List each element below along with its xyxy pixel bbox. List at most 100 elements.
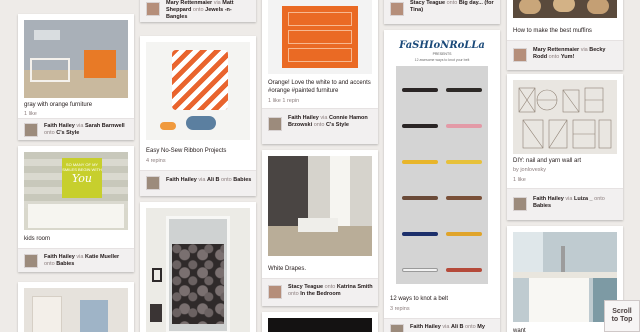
belts-subtitle: PRESENTS	[432, 52, 452, 56]
pin-image[interactable]	[146, 42, 250, 140]
window	[80, 300, 108, 332]
window	[513, 232, 543, 272]
avatar[interactable]	[146, 2, 160, 16]
user-link[interactable]: Faith Hailey	[166, 177, 197, 183]
credit-text: Faith Hailey via Ali B onto My	[410, 324, 485, 330]
belts-grid	[396, 66, 488, 284]
patterned-shade	[172, 244, 224, 324]
pin-description: kids room	[24, 236, 51, 242]
avatar[interactable]	[513, 197, 527, 211]
belts-title: FaSHIoNRoLLa	[399, 40, 485, 51]
muffin	[587, 0, 609, 14]
user-link[interactable]: Stacy Teague	[410, 0, 445, 6]
board-link[interactable]: Babies	[56, 261, 74, 267]
avatar[interactable]	[390, 2, 404, 16]
pin-jewels[interactable]: Mary Rettenmaier via Matt Sheppard onto …	[140, 0, 256, 22]
source-user-link[interactable]: Big day...	[459, 0, 483, 6]
credit-text: Faith Hailey via Sarah Barnwell onto C's…	[44, 123, 125, 136]
home-yarn-art	[518, 87, 612, 149]
pin-image[interactable]	[24, 288, 128, 332]
pin-you-art[interactable]: SO MANY OF MY SMILES BEGIN WITH You kids…	[18, 146, 134, 272]
pin-image[interactable]	[513, 232, 617, 322]
belt	[402, 160, 438, 164]
user-link[interactable]: Mary Rettenmaier	[533, 47, 579, 53]
pin-stats: 4 repins	[146, 158, 166, 164]
board-link[interactable]: Babies	[233, 177, 251, 183]
board-link[interactable]: C's Style	[326, 122, 349, 128]
pin-lamp[interactable]: Easy No-Sew Ribbon Projects 4 repins Fai…	[140, 36, 256, 196]
pin-dining[interactable]: White Drapes. Stacy Teague onto Katrina …	[262, 150, 378, 306]
faucet	[561, 246, 565, 272]
pin-image[interactable]	[513, 80, 617, 154]
belt	[446, 268, 482, 272]
pin-big-day[interactable]: Stacy Teague onto Big day... (for Tina)	[384, 0, 500, 24]
source-user-link[interactable]: Sarah Barnwell	[85, 123, 125, 129]
pin-image[interactable]	[146, 208, 250, 332]
farmhouse-sink	[529, 278, 589, 322]
pin-byline[interactable]: by jonlovesky	[513, 167, 546, 173]
pin-image[interactable]	[513, 0, 617, 18]
avatar[interactable]	[24, 254, 38, 268]
user-link[interactable]: Faith Hailey	[44, 123, 75, 129]
avatar[interactable]	[146, 176, 160, 190]
credit-text: Faith Hailey via Katie Mueller onto Babi…	[44, 254, 120, 267]
pin-dresser[interactable]: Orange! Love the white to and accents #o…	[262, 0, 378, 144]
wall-frames	[34, 30, 60, 40]
pin-credit: Faith Hailey via Ali B onto My	[384, 318, 500, 332]
user-link[interactable]: Stacy Teague	[288, 284, 323, 290]
pin-image[interactable]: SO MANY OF MY SMILES BEGIN WITH You	[24, 152, 128, 230]
user-link[interactable]: Faith Hailey	[410, 324, 441, 330]
source-user-link[interactable]: Ali B	[207, 177, 220, 183]
pin-image[interactable]	[268, 156, 372, 256]
avatar[interactable]	[513, 48, 527, 62]
pin-credit: Faith Hailey via Katie Mueller onto Babi…	[18, 248, 134, 272]
belt	[402, 124, 438, 128]
user-link[interactable]: Faith Hailey	[44, 254, 75, 260]
pin-description: DIY: nail and yarn wall art	[513, 158, 582, 164]
pin-dark[interactable]	[262, 312, 378, 332]
pin-bedroom[interactable]	[18, 282, 134, 332]
board-link[interactable]: My	[477, 324, 485, 330]
source-user-link[interactable]: Katie Mueller	[85, 254, 119, 260]
pin-description: 12 ways to knot a belt	[390, 296, 449, 302]
board-link[interactable]: Yum!	[561, 54, 574, 60]
user-link[interactable]: Faith Hailey	[288, 115, 319, 121]
source-user-link[interactable]: Katrina Smith	[337, 284, 373, 290]
board-link[interactable]: C's Style	[56, 130, 79, 136]
pin-image[interactable]	[268, 318, 372, 332]
avatar[interactable]	[390, 324, 404, 332]
source-user-link[interactable]: Luiza _	[574, 196, 593, 202]
board-link[interactable]: Babies	[533, 203, 551, 209]
belt	[446, 232, 482, 236]
muffin	[519, 0, 541, 14]
pin-description: Easy No-Sew Ribbon Projects	[146, 148, 227, 154]
muffin	[553, 0, 575, 12]
pin-image[interactable]: FaSHIoNRoLLa PRESENTS 12 awesome ways to…	[390, 36, 494, 286]
belts-caption: 12 awesome ways to knot your belt	[414, 58, 470, 62]
board-link[interactable]: In the Bedroom	[300, 291, 340, 297]
user-link[interactable]: Mary Rettenmaier	[166, 0, 212, 6]
pin-muffins[interactable]: How to make the best muffins Mary Retten…	[507, 0, 623, 70]
pin-description: gray with orange furniture	[24, 102, 93, 108]
canopy	[32, 296, 62, 332]
pin-image[interactable]	[268, 0, 372, 74]
pin-image[interactable]	[24, 20, 128, 98]
avatar[interactable]	[24, 123, 38, 137]
credit-text: Faith Hailey via Connie Hamon Brzowski o…	[288, 115, 368, 128]
pin-home[interactable]: DIY: nail and yarn wall art by jonlovesk…	[507, 74, 623, 220]
source-user-link[interactable]: Ali B	[451, 324, 464, 330]
belt	[446, 124, 482, 128]
pin-belts[interactable]: FaSHIoNRoLLa PRESENTS 12 awesome ways to…	[384, 30, 500, 332]
pin-credit: Stacy Teague onto Katrina Smith onto In …	[262, 278, 378, 306]
white-furniture	[28, 204, 124, 228]
belt	[402, 232, 438, 236]
pin-stats: 1 like	[24, 111, 37, 117]
avatar[interactable]	[268, 117, 282, 131]
pin-description: How to make the best muffins	[513, 28, 592, 34]
scroll-to-top-button[interactable]: Scroll to Top	[604, 300, 640, 332]
avatar[interactable]	[268, 285, 282, 299]
user-link[interactable]: Faith Hailey	[533, 196, 564, 202]
pin-window[interactable]	[140, 202, 256, 332]
dining-table	[298, 218, 338, 232]
pin-gray-room[interactable]: gray with orange furniture 1 like Faith …	[18, 14, 134, 140]
